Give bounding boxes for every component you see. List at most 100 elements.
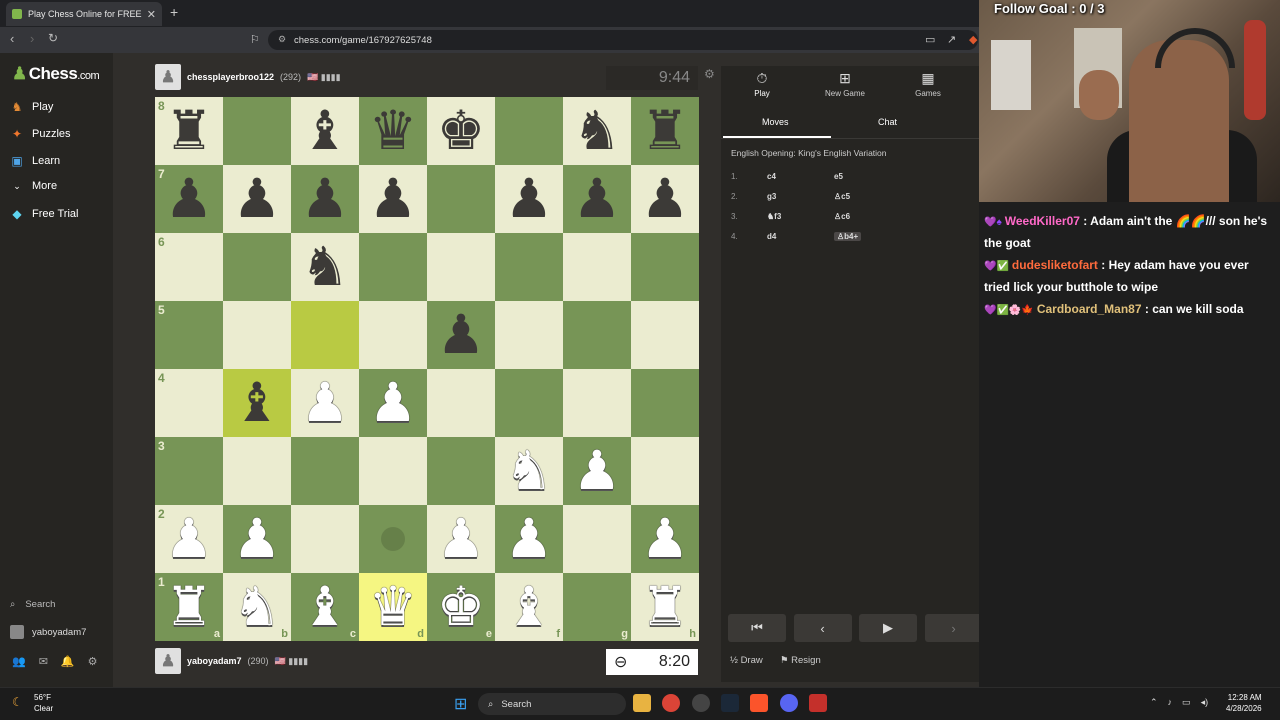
white-pawn-piece[interactable]: ♟ <box>641 512 689 566</box>
board-square[interactable]: ♟ <box>223 505 291 573</box>
move-black[interactable]: ♙c5 <box>834 192 850 201</box>
sidebar-user[interactable]: yaboyadam7 <box>10 625 86 639</box>
white-pawn-piece[interactable]: ♟ <box>233 512 281 566</box>
move-black[interactable]: e5 <box>834 172 843 181</box>
play-forward-button[interactable]: ▶ <box>859 614 917 642</box>
board-square[interactable]: 6 <box>155 233 223 301</box>
forward-icon[interactable]: › <box>30 31 34 46</box>
battery-icon[interactable]: ▭ <box>1182 697 1191 708</box>
board-square[interactable]: h ♜ <box>631 573 699 641</box>
board-square[interactable]: ♜ <box>631 97 699 165</box>
media-icon[interactable] <box>809 694 827 712</box>
next-move-button[interactable]: › <box>924 614 983 642</box>
black-king-piece[interactable]: ♚ <box>437 104 485 158</box>
cast-icon[interactable]: ▭ <box>925 33 935 46</box>
board-square[interactable]: 1 a ♜ <box>155 573 223 641</box>
friends-icon[interactable]: 👥 <box>12 655 26 668</box>
board-square[interactable]: ♞ <box>291 233 359 301</box>
brave-icon[interactable] <box>750 694 768 712</box>
board-square[interactable]: ♟ <box>563 165 631 233</box>
white-knight-piece[interactable]: ♞ <box>505 444 553 498</box>
white-rook-piece[interactable]: ♜ <box>641 580 689 634</box>
board-square[interactable]: ♝ <box>223 369 291 437</box>
board-square[interactable] <box>563 301 631 369</box>
board-square[interactable]: g <box>563 573 631 641</box>
board-square[interactable] <box>427 165 495 233</box>
steam-icon[interactable] <box>721 694 739 712</box>
board-square[interactable] <box>563 505 631 573</box>
board-square[interactable] <box>495 97 563 165</box>
chess-logo[interactable]: ♟ Chess.com <box>12 64 100 84</box>
chrome-icon[interactable] <box>662 694 680 712</box>
bottom-player[interactable]: ♟ yaboyadam7 (290) 🇺🇸 ▮▮▮▮ <box>155 648 308 674</box>
black-pawn-piece[interactable]: ♟ <box>369 172 417 226</box>
chat-user[interactable]: dudesliketofart <box>1012 258 1098 272</box>
prev-move-button[interactable]: ‹ <box>793 614 852 642</box>
board-square[interactable] <box>291 437 359 505</box>
board-square[interactable]: b ♞ <box>223 573 291 641</box>
board-square[interactable]: 2 ♟ <box>155 505 223 573</box>
board-square[interactable] <box>359 301 427 369</box>
board-square[interactable]: f ♝ <box>495 573 563 641</box>
white-rook-piece[interactable]: ♜ <box>165 580 213 634</box>
board-square[interactable] <box>631 369 699 437</box>
file-explorer-icon[interactable] <box>633 694 651 712</box>
white-pawn-piece[interactable]: ♟ <box>573 444 621 498</box>
taskbar-search[interactable]: ⌕ Search <box>478 693 626 715</box>
board-square[interactable]: ♛ <box>359 97 427 165</box>
board-square[interactable] <box>631 437 699 505</box>
black-pawn-piece[interactable]: ♟ <box>573 172 621 226</box>
board-square[interactable]: ♟ <box>291 369 359 437</box>
sidebar-item-learn[interactable]: ▣ Learn <box>10 154 60 168</box>
resign-button[interactable]: ⚑ Resign <box>780 655 821 666</box>
draw-button[interactable]: ½ Draw <box>730 655 763 666</box>
board-square[interactable]: ♟ <box>359 369 427 437</box>
browser-tab[interactable]: Play Chess Online for FREE - 2 P ✕ <box>6 2 162 26</box>
settings-icon[interactable]: ⚙ <box>88 655 98 668</box>
board-square[interactable] <box>495 301 563 369</box>
board-square[interactable] <box>223 97 291 165</box>
board-square[interactable]: ♟ <box>631 165 699 233</box>
site-info-icon[interactable]: ⚙ <box>278 34 286 45</box>
taskbar-clock[interactable]: 12:28 AM 4/28/2026 <box>1226 692 1262 714</box>
board-square[interactable] <box>427 369 495 437</box>
white-pawn-piece[interactable]: ♟ <box>369 376 417 430</box>
board-square[interactable]: ♚ <box>427 97 495 165</box>
black-knight-piece[interactable]: ♞ <box>573 104 621 158</box>
board-square[interactable] <box>631 301 699 369</box>
close-tab-icon[interactable]: ✕ <box>147 8 156 21</box>
black-bishop-piece[interactable]: ♝ <box>233 376 281 430</box>
board-square[interactable]: d ♛ <box>359 573 427 641</box>
board-square[interactable]: 8 ♜ <box>155 97 223 165</box>
board-square[interactable] <box>563 233 631 301</box>
chess-board[interactable]: 8 ♜ ♝ ♛ ♚ ♞ ♜ 7 ♟ ♟ ♟ ♟ ♟ ♟ ♟ 6 ♞ 5 ♟ 4 ♝ ♟ ♟ 3 ♞ ♟ 2 ♟ ♟ ♟ ♟ ♟ 1 a ♜ b ♞ c ♝ d… <box>155 97 699 641</box>
board-square[interactable] <box>359 233 427 301</box>
black-rook-piece[interactable]: ♜ <box>641 104 689 158</box>
move-black[interactable]: ♙c6 <box>834 212 850 221</box>
sidebar-search[interactable]: ⌕ Search <box>10 599 55 610</box>
legal-move-dot[interactable] <box>381 527 405 551</box>
board-square[interactable] <box>359 437 427 505</box>
white-pawn-piece[interactable]: ♟ <box>437 512 485 566</box>
weather-moon-icon[interactable]: ☾ <box>12 695 23 709</box>
black-pawn-piece[interactable]: ♟ <box>437 308 485 362</box>
board-square[interactable]: ♟ <box>495 505 563 573</box>
board-square[interactable]: ♝ <box>291 97 359 165</box>
board-square[interactable] <box>291 301 359 369</box>
first-move-button[interactable]: ⏮ <box>728 614 786 642</box>
white-pawn-piece[interactable]: ♟ <box>301 376 349 430</box>
black-rook-piece[interactable]: ♜ <box>165 104 213 158</box>
move-black-current[interactable]: ♙b4+ <box>834 232 862 241</box>
sidebar-item-puzzles[interactable]: ✦ Puzzles <box>10 127 71 141</box>
board-square[interactable]: ♞ <box>495 437 563 505</box>
windows-start-icon[interactable]: ⊞ <box>454 694 467 714</box>
mail-icon[interactable]: ✉ <box>39 655 48 668</box>
move-white[interactable]: d4 <box>767 232 834 241</box>
board-square[interactable]: ♞ <box>563 97 631 165</box>
board-square[interactable] <box>223 233 291 301</box>
black-queen-piece[interactable]: ♛ <box>369 104 417 158</box>
black-pawn-piece[interactable]: ♟ <box>505 172 553 226</box>
move-white[interactable]: c4 <box>767 172 834 181</box>
tab-moves[interactable]: Moves <box>762 117 789 127</box>
board-square[interactable]: ♟ <box>427 505 495 573</box>
